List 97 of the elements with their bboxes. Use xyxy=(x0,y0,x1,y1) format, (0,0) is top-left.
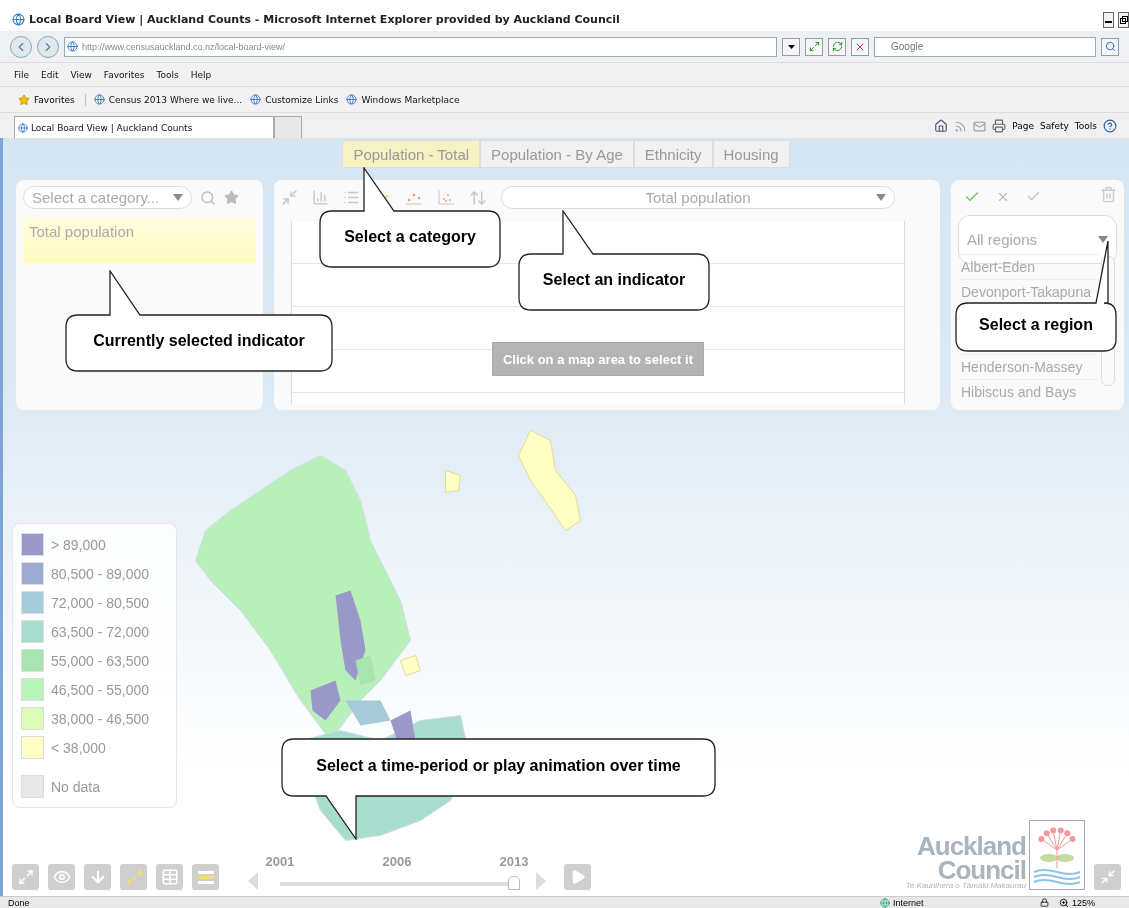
zoom-level[interactable]: 125% xyxy=(1059,897,1129,908)
table-icon xyxy=(160,868,179,886)
star-icon xyxy=(18,93,30,106)
left-arrow-icon xyxy=(248,872,258,890)
search-icon xyxy=(200,189,216,206)
bar-chart-icon[interactable] xyxy=(312,189,329,206)
legend-label: No data xyxy=(51,778,101,795)
eye-icon xyxy=(52,868,71,886)
window-title: Local Board View | Auckland Counts - Microsoft Internet Explorer provided by Auckland Council xyxy=(29,13,621,26)
previous-button[interactable] xyxy=(248,872,258,890)
legend-label: 72,000 - 80,500 xyxy=(51,594,150,611)
print-icon xyxy=(992,119,1007,133)
menu-item[interactable]: Tools xyxy=(156,69,187,80)
expand-chart-icon[interactable] xyxy=(281,189,298,206)
feed-icon xyxy=(954,119,968,133)
collapse-button[interactable] xyxy=(1094,864,1121,890)
security-zone: Internet xyxy=(880,897,1040,908)
dropdown-button[interactable] xyxy=(782,37,800,56)
link-icon xyxy=(93,94,105,105)
sort-chart-icon[interactable] xyxy=(469,188,487,207)
caret-icon xyxy=(876,194,886,201)
trash-icon xyxy=(1100,186,1117,203)
list-icon xyxy=(196,869,215,885)
stop-button[interactable] xyxy=(851,37,869,56)
logo-text: Auckland xyxy=(916,835,1026,859)
restore-button[interactable] xyxy=(1118,11,1129,28)
download-button[interactable] xyxy=(84,864,111,890)
list-button[interactable] xyxy=(192,864,219,890)
command-button[interactable]: Tools xyxy=(1074,121,1097,131)
callout-text: Select a region xyxy=(978,316,1094,334)
logo-text: Council xyxy=(937,858,1026,882)
search-field[interactable]: Google xyxy=(874,36,1096,57)
year-label: 2001 xyxy=(265,854,295,869)
legend-label: > 89,000 xyxy=(51,536,106,553)
legend-label: 80,500 - 89,000 xyxy=(51,565,150,582)
dots-icon xyxy=(124,869,143,885)
table-chart-icon[interactable] xyxy=(343,189,360,206)
legend-label: 38,000 - 46,500 xyxy=(51,710,150,727)
menu-item[interactable]: Edit xyxy=(41,69,67,80)
legend-label: < 38,000 xyxy=(51,739,106,756)
search-button[interactable] xyxy=(1101,37,1119,56)
table-button[interactable] xyxy=(156,864,183,890)
expand-icon xyxy=(17,869,34,885)
search-icon xyxy=(1104,41,1116,52)
caret-icon xyxy=(173,194,183,201)
forward-button[interactable] xyxy=(37,35,59,58)
caret-icon xyxy=(1098,236,1108,243)
menu-item[interactable]: View xyxy=(70,69,100,80)
slider-thumb[interactable] xyxy=(508,876,520,890)
favorite-link[interactable]: Customize Links xyxy=(250,94,339,105)
new-tab-button[interactable] xyxy=(274,116,302,138)
flower-logo-icon xyxy=(1029,820,1085,890)
menu-item[interactable]: Favorites xyxy=(103,69,153,80)
command-button[interactable]: Safety xyxy=(1040,121,1069,131)
restore-icon xyxy=(1119,15,1128,24)
link-icon xyxy=(250,94,262,105)
status-text: Done xyxy=(7,897,31,908)
fullscreen-button[interactable] xyxy=(12,864,39,890)
callout-text: Currently selected indicator xyxy=(92,332,306,350)
caret-icon xyxy=(787,44,795,49)
legend-label: 63,500 - 72,000 xyxy=(51,623,150,640)
mail-icon xyxy=(973,119,987,133)
command-button[interactable]: Page xyxy=(1012,121,1035,131)
favorites-button[interactable]: Favorites xyxy=(18,93,86,106)
browser-icon xyxy=(12,13,25,26)
year-label: 2006 xyxy=(382,854,412,869)
dots-button[interactable] xyxy=(120,864,147,890)
refresh-icon xyxy=(831,41,843,52)
back-button[interactable] xyxy=(10,35,32,58)
legend-label: 46,500 - 55,000 xyxy=(51,681,150,698)
callout-text: Select a time-period or play animation over time xyxy=(315,756,682,775)
menu-item[interactable]: Help xyxy=(190,69,220,80)
link-icon xyxy=(346,94,358,105)
home-icon xyxy=(934,119,949,133)
legend-label: 55,000 - 63,500 xyxy=(51,652,150,669)
favorite-link[interactable]: Windows Marketplace xyxy=(346,94,460,105)
refresh-button[interactable] xyxy=(828,37,846,56)
star-icon xyxy=(224,190,239,205)
browser-tab[interactable]: Local Board View | Auckland Counts xyxy=(14,116,274,138)
globe-icon xyxy=(880,897,890,908)
minimize-button[interactable] xyxy=(1103,11,1114,28)
help-icon xyxy=(1103,119,1117,133)
callout-text: Select a category xyxy=(343,228,477,246)
play-button[interactable] xyxy=(564,864,591,890)
menu-item[interactable]: File xyxy=(14,69,38,80)
selected-indicator: Total population xyxy=(23,217,256,263)
lock-icon xyxy=(1040,898,1049,907)
address-field[interactable]: http://www.censusauckland.co.nz/local-board-view/ xyxy=(64,36,777,57)
callout-text: Select an indicator xyxy=(541,271,687,289)
favorite-link[interactable]: Census 2013 Where we live... xyxy=(93,94,243,105)
zoom-icon xyxy=(1059,897,1069,908)
scatter-chart-icon[interactable] xyxy=(437,189,455,206)
year-label: 2013 xyxy=(499,854,529,869)
next-button[interactable] xyxy=(536,872,546,890)
collapse-icon xyxy=(1099,869,1116,885)
view-button[interactable] xyxy=(48,864,75,890)
right-arrow-icon xyxy=(536,872,546,890)
